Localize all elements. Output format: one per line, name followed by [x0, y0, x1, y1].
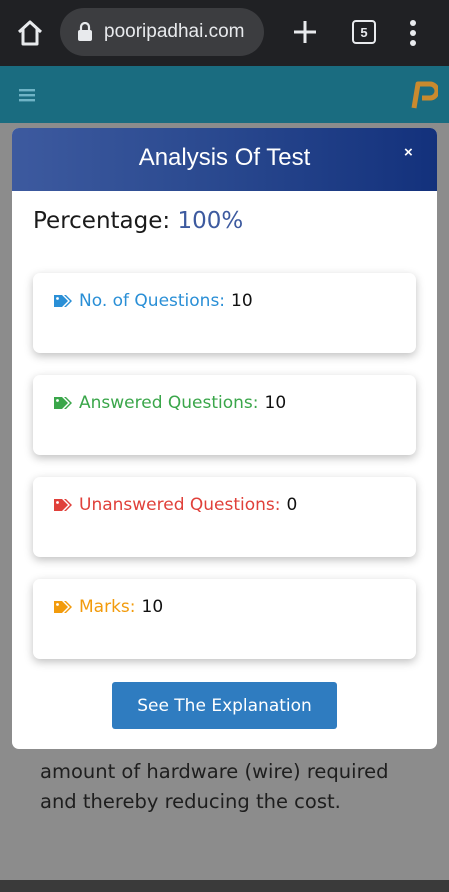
background-article-text: amount of hardware (wire) required and t…	[40, 757, 420, 817]
modal-title: Analysis Of Test	[138, 144, 311, 171]
tag-icon	[54, 397, 72, 409]
tag-icon	[54, 499, 72, 511]
stat-value: 10	[141, 597, 164, 617]
url-text: pooripadhai.com	[104, 21, 245, 42]
stat-card-marks: Marks: 10	[33, 579, 416, 659]
stat-label: No. of Questions:	[79, 291, 226, 311]
menu-icon[interactable]	[407, 18, 419, 48]
percentage-value: 100%	[177, 208, 244, 234]
stat-card-questions: No. of Questions: 10	[33, 273, 416, 353]
stat-card-answered: Answered Questions: 10	[33, 375, 416, 455]
home-icon[interactable]	[14, 17, 46, 49]
tab-count: 5	[360, 24, 368, 40]
browser-toolbar: pooripadhai.com 5	[0, 0, 449, 66]
article-line: and thereby reducing the cost.	[40, 790, 341, 813]
see-explanation-button[interactable]: See The Explanation	[112, 682, 337, 729]
tag-icon	[54, 295, 72, 307]
stat-value: 10	[264, 393, 287, 413]
analysis-modal: Analysis Of Test × Percentage: 100% No. …	[12, 128, 437, 749]
modal-header: Analysis Of Test ×	[12, 128, 437, 191]
site-logo[interactable]	[410, 80, 438, 110]
percentage-label: Percentage:	[33, 208, 171, 234]
site-header	[0, 66, 449, 123]
bottom-bar	[0, 880, 449, 892]
close-button[interactable]: ×	[404, 144, 413, 161]
tag-icon	[54, 601, 72, 613]
stat-label: Answered Questions:	[79, 393, 259, 413]
lock-icon	[78, 22, 92, 41]
article-line: amount of hardware (wire) required	[40, 760, 389, 783]
percentage-row: Percentage: 100%	[33, 208, 243, 234]
stat-value: 10	[231, 291, 253, 311]
address-bar[interactable]: pooripadhai.com	[60, 8, 264, 56]
stat-label: Unanswered Questions:	[79, 495, 281, 515]
hamburger-icon[interactable]	[19, 88, 35, 102]
stat-value: 0	[286, 495, 298, 515]
tabs-icon[interactable]: 5	[352, 20, 376, 44]
new-tab-icon[interactable]	[290, 17, 320, 47]
stat-card-unanswered: Unanswered Questions: 0	[33, 477, 416, 557]
stat-label: Marks:	[79, 597, 136, 617]
